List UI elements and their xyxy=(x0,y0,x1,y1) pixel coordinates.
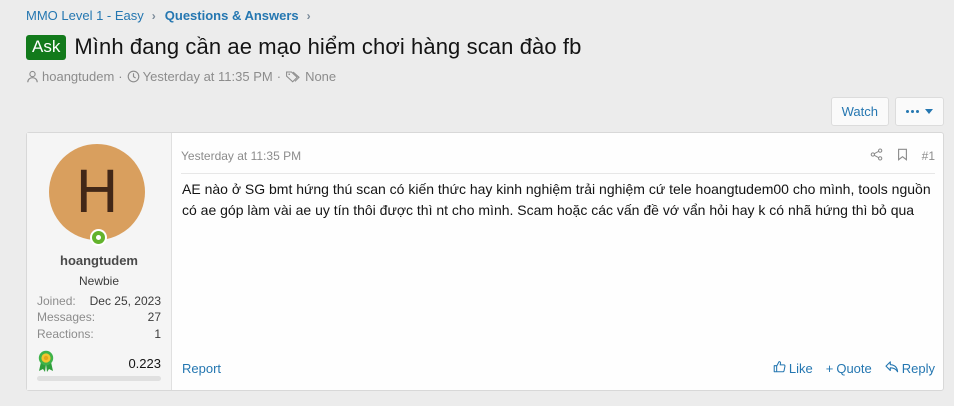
stat-messages: Messages: 27 xyxy=(37,310,161,324)
quote-label: Quote xyxy=(836,360,872,376)
meta-separator: · xyxy=(276,69,282,84)
thread-author-link[interactable]: hoangtudem xyxy=(42,69,114,84)
tags-icon xyxy=(285,70,302,83)
post-card: H hoangtudem Newbie Joined: Dec 25, 2023… xyxy=(26,132,944,391)
more-options-button[interactable] xyxy=(895,97,944,126)
thread-actions: Watch xyxy=(830,97,944,126)
post-body-text: AE nào ở SG bmt hứng thú scan có kiến th… xyxy=(182,181,931,218)
plus-icon: + xyxy=(825,360,834,376)
reply-label: Reply xyxy=(901,360,935,376)
reply-arrow-icon xyxy=(885,360,899,376)
post-footer: Report Like + Quote Reply xyxy=(182,360,935,376)
thread-meta: hoangtudem · Yesterday at 11:35 PM · Non… xyxy=(26,69,336,84)
post-username[interactable]: hoangtudem xyxy=(27,253,171,268)
post-number-link[interactable]: #1 xyxy=(922,149,935,163)
trophy-medal-icon[interactable] xyxy=(37,350,55,377)
post-date-link[interactable]: Yesterday at 11:35 PM xyxy=(181,149,301,163)
post-header-actions: #1 xyxy=(870,148,935,164)
thread-tags: None xyxy=(305,69,337,84)
quote-button[interactable]: + Quote xyxy=(826,360,872,376)
post-content: Yesterday at 11:35 PM #1 AE nào ở SG bmt… xyxy=(173,133,943,390)
thread-date-link[interactable]: Yesterday at 11:35 PM xyxy=(143,69,273,84)
breadcrumb-subforum-link[interactable]: Questions & Answers xyxy=(165,8,299,23)
trophy-points: 0.223 xyxy=(128,356,161,371)
post-header: Yesterday at 11:35 PM #1 xyxy=(181,146,935,174)
bookmark-icon[interactable] xyxy=(897,148,908,164)
stat-reactions: Reactions: 1 xyxy=(37,327,161,341)
thread-title-row: Ask Mình đang cần ae mạo hiểm chơi hàng … xyxy=(26,34,581,60)
clock-icon xyxy=(127,70,140,83)
like-button[interactable]: Like xyxy=(773,360,813,376)
post-footer-actions: Like + Quote Reply xyxy=(773,360,935,376)
user-icon xyxy=(26,70,39,83)
trophy-row: 0.223 xyxy=(37,350,161,377)
post-user-panel: H hoangtudem Newbie Joined: Dec 25, 2023… xyxy=(27,133,172,390)
report-link[interactable]: Report xyxy=(182,361,221,376)
breadcrumb-forum-link[interactable]: MMO Level 1 - Easy xyxy=(26,8,144,23)
caret-down-icon xyxy=(925,109,933,114)
breadcrumb: MMO Level 1 - Easy › Questions & Answers… xyxy=(26,8,320,23)
stat-joined: Joined: Dec 25, 2023 xyxy=(37,294,161,308)
chevron-right-icon: › xyxy=(151,8,156,23)
like-label: Like xyxy=(788,360,813,376)
avatar[interactable]: H xyxy=(49,144,145,240)
share-icon[interactable] xyxy=(870,148,883,164)
chevron-right-icon: › xyxy=(306,8,311,23)
more-dots-icon xyxy=(906,110,919,113)
meta-separator: · xyxy=(118,69,123,84)
thread-prefix-badge[interactable]: Ask xyxy=(26,34,67,60)
page-title: Mình đang cần ae mạo hiểm chơi hàng scan… xyxy=(74,34,582,59)
watch-button[interactable]: Watch xyxy=(830,97,889,126)
user-title: Newbie xyxy=(78,274,120,288)
online-status-icon xyxy=(90,229,107,246)
reply-button[interactable]: Reply xyxy=(885,360,935,376)
thumbs-up-icon xyxy=(773,360,786,376)
level-progress-bar xyxy=(37,376,161,381)
